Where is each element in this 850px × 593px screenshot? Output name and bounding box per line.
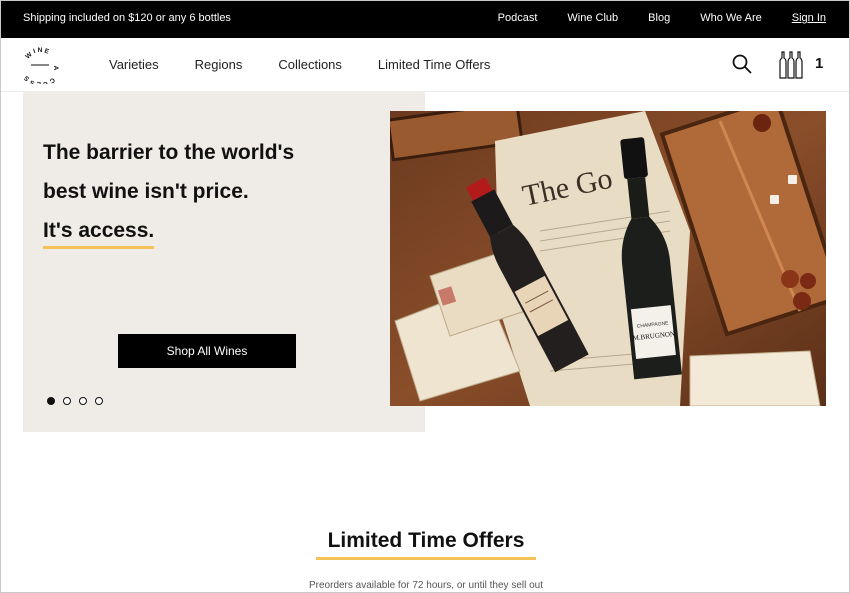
page-frame: Shipping included on $120 or any 6 bottl… [0, 0, 850, 593]
search-icon[interactable] [731, 53, 753, 75]
svg-text:C: C [48, 76, 56, 84]
menu-item-varieties[interactable]: Varieties [109, 57, 159, 72]
top-link-who-we-are[interactable]: Who We Are [700, 12, 762, 24]
headline-line-2: best wine isn't price. [43, 180, 249, 203]
wine-cart-icon[interactable] [777, 50, 805, 80]
menu-item-regions[interactable]: Regions [195, 57, 243, 72]
svg-text:N: N [38, 47, 43, 54]
menu-item-collections[interactable]: Collections [278, 57, 342, 72]
section-subtitle: Preorders available for 72 hours, or unt… [308, 580, 543, 591]
shipping-notice: Shipping included on $120 or any 6 bottl… [23, 12, 231, 24]
svg-text:E: E [36, 80, 42, 84]
main-nav: W I N E A C C E S S Varieties Regions Co… [1, 38, 849, 92]
svg-text:I: I [32, 48, 36, 55]
section-title: Limited Time Offers [315, 529, 537, 560]
carousel-dot-2[interactable] [63, 397, 71, 405]
headline-line-3: It's access. [43, 211, 155, 250]
sign-in-link[interactable]: Sign In [792, 12, 826, 24]
carousel-dot-3[interactable] [79, 397, 87, 405]
wine-access-logo[interactable]: W I N E A C C E S S [21, 46, 59, 84]
top-links: Podcast Wine Club Blog Who We Are Sign I… [498, 12, 826, 24]
menu-item-limited-time-offers[interactable]: Limited Time Offers [378, 57, 490, 72]
svg-text:C: C [42, 80, 48, 84]
announcement-bar: Shipping included on $120 or any 6 bottl… [1, 1, 849, 38]
headline-line-1: The barrier to the world's [43, 141, 295, 164]
svg-text:S: S [23, 74, 31, 83]
top-link-podcast[interactable]: Podcast [498, 12, 538, 24]
shop-all-wines-button[interactable]: Shop All Wines [118, 334, 296, 368]
main-menu: Varieties Regions Collections Limited Ti… [109, 57, 490, 72]
carousel-dot-4[interactable] [95, 397, 103, 405]
svg-text:E: E [43, 48, 50, 56]
carousel-dots [47, 397, 103, 405]
cart-count: 1 [815, 55, 824, 72]
hero-wine-photo: The Go CHAMPAGNE M.BRUGNON [390, 111, 826, 406]
svg-text:A: A [52, 66, 59, 71]
section-title-wrap: Limited Time Offers [1, 529, 849, 560]
top-link-blog[interactable]: Blog [648, 12, 670, 24]
top-link-wine-club[interactable]: Wine Club [567, 12, 618, 24]
hero-headline: The barrier to the world's best wine isn… [43, 133, 294, 250]
carousel-dot-1[interactable] [47, 397, 55, 405]
